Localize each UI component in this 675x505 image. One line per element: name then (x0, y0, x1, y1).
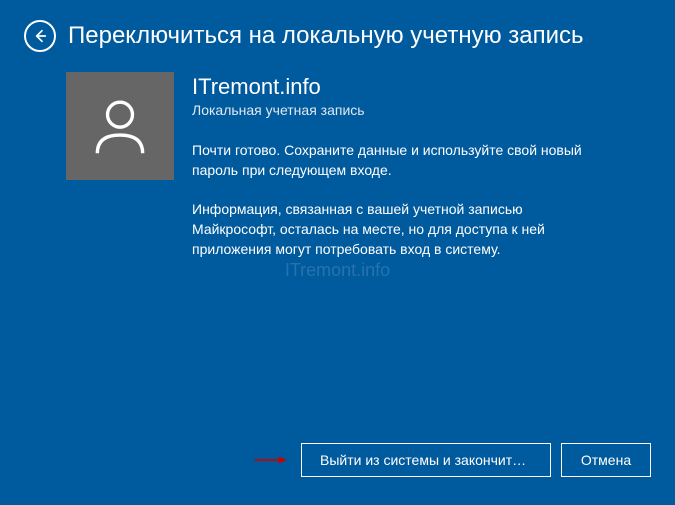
user-icon (86, 92, 154, 160)
pointer-arrow-icon (253, 455, 287, 465)
signout-finish-button[interactable]: Выйти из системы и закончить р… (301, 443, 551, 477)
account-type-label: Локальная учетная запись (192, 102, 651, 118)
avatar (66, 72, 174, 180)
content-area: ITremont.info Локальная учетная запись П… (0, 62, 675, 277)
arrow-left-icon (32, 28, 48, 44)
page-title: Переключиться на локальную учетную запис… (68, 22, 584, 50)
username-label: ITremont.info (192, 74, 651, 100)
header: Переключиться на локальную учетную запис… (0, 0, 675, 62)
back-button[interactable] (24, 20, 56, 52)
cancel-button[interactable]: Отмена (561, 443, 651, 477)
message-1: Почти готово. Сохраните данные и использ… (192, 140, 592, 181)
message-2: Информация, связанная с вашей учетной за… (192, 199, 592, 260)
account-info: ITremont.info Локальная учетная запись П… (192, 72, 651, 277)
footer: Выйти из системы и закончить р… Отмена (253, 443, 651, 477)
